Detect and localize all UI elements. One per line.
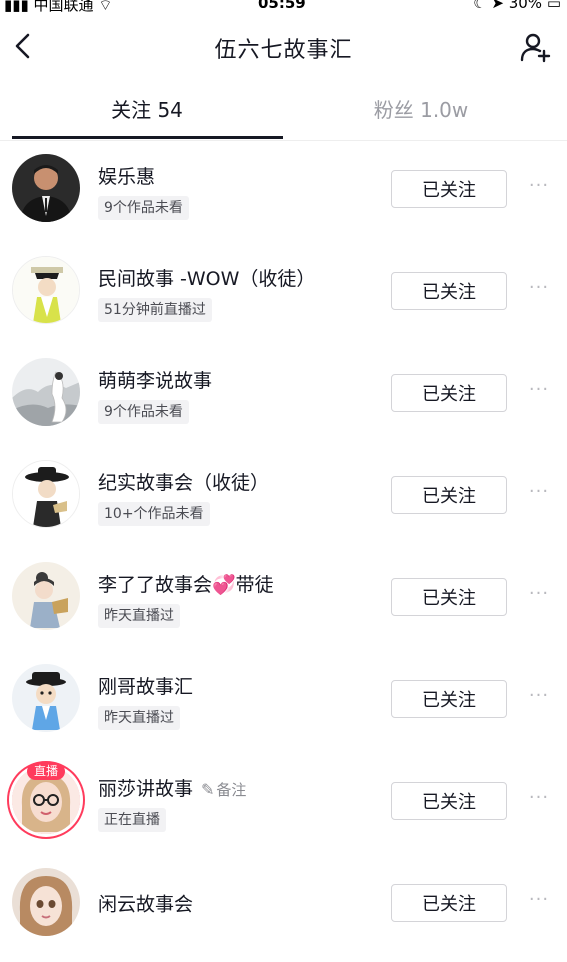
avatar[interactable]: [12, 562, 80, 630]
list-item[interactable]: 纪实故事会（收徒） 10+个作品未看 已关注 ···: [0, 444, 567, 546]
more-icon[interactable]: ···: [524, 890, 554, 914]
more-icon[interactable]: ···: [524, 584, 554, 608]
list-item[interactable]: 闲云故事会 已关注 ···: [0, 852, 567, 954]
add-user-icon: [520, 33, 551, 63]
carrier-label: 中国联通: [33, 0, 94, 14]
list-item[interactable]: 直播 丽莎讲故事 ✎ 备注 正在直播 已关注 ···: [0, 750, 567, 852]
activity-badge: 9个作品未看: [98, 196, 189, 220]
list-item[interactable]: 娱乐惠 9个作品未看 已关注 ···: [0, 138, 567, 240]
location-icon: ➤: [491, 0, 504, 12]
avatar[interactable]: [12, 154, 80, 222]
live-badge-label: 直播: [26, 763, 65, 780]
user-name[interactable]: 丽莎讲故事 ✎ 备注: [98, 774, 246, 801]
wifi-icon: ⌔: [98, 0, 113, 14]
following-button[interactable]: 已关注: [391, 272, 507, 310]
following-button[interactable]: 已关注: [391, 680, 507, 718]
carrier-signal: ▮▮▮ 中国联通 ⌔: [4, 0, 112, 15]
user-name-text: 丽莎讲故事: [98, 778, 194, 800]
following-button[interactable]: 已关注: [391, 884, 507, 922]
page-title: 伍六七故事汇: [214, 38, 353, 63]
signal-icon: ▮▮▮: [4, 0, 29, 14]
list-item[interactable]: 萌萌李说故事 9个作品未看 已关注 ···: [0, 342, 567, 444]
user-name[interactable]: 闲云故事会: [98, 890, 193, 917]
more-icon[interactable]: ···: [524, 788, 554, 812]
user-name[interactable]: 刚哥故事汇: [98, 672, 193, 699]
remark-label: 备注: [216, 781, 247, 799]
more-icon[interactable]: ···: [524, 176, 554, 200]
nav-bar: 伍六七故事汇: [0, 20, 567, 74]
more-icon[interactable]: ···: [524, 278, 554, 302]
more-icon[interactable]: ···: [524, 482, 554, 506]
avatar[interactable]: [12, 256, 80, 324]
activity-badge: 昨天直播过: [98, 604, 180, 628]
following-button[interactable]: 已关注: [391, 374, 507, 412]
list-item[interactable]: 李了了故事会💞带徒 昨天直播过 已关注 ···: [0, 546, 567, 648]
avatar[interactable]: [12, 358, 80, 426]
moon-icon: ☾: [473, 0, 487, 12]
avatar[interactable]: [12, 664, 80, 732]
list-item[interactable]: 民间故事 -WOW（收徒） 51分钟前直播过 已关注 ···: [0, 240, 567, 342]
battery-icon: ▭: [546, 0, 561, 12]
add-friend-button[interactable]: [519, 30, 553, 64]
battery-percent: 30%: [508, 0, 543, 12]
clock: 05:59: [258, 0, 306, 12]
user-name[interactable]: 娱乐惠: [98, 162, 155, 189]
following-button[interactable]: 已关注: [391, 578, 507, 616]
following-button[interactable]: 已关注: [391, 476, 507, 514]
remark-button[interactable]: ✎ 备注: [201, 780, 247, 799]
tab-following[interactable]: 关注 54: [12, 94, 282, 123]
activity-badge: 10+个作品未看: [98, 502, 210, 526]
activity-badge: 51分钟前直播过: [98, 298, 212, 322]
tab-fans[interactable]: 粉丝 1.0w: [286, 94, 556, 123]
user-name[interactable]: 纪实故事会（收徒）: [98, 468, 269, 495]
activity-badge: 9个作品未看: [98, 400, 189, 424]
more-icon[interactable]: ···: [524, 686, 554, 710]
activity-badge: 昨天直播过: [98, 706, 180, 730]
live-badge: 直播: [6, 760, 86, 780]
avatar[interactable]: [12, 460, 80, 528]
edit-pen-icon: ✎: [201, 780, 215, 799]
following-button[interactable]: 已关注: [391, 782, 507, 820]
tab-bar: 关注 54 粉丝 1.0w: [0, 84, 567, 141]
activity-badge: 正在直播: [98, 808, 166, 832]
user-name[interactable]: 民间故事 -WOW（收徒）: [98, 264, 315, 291]
following-list: 娱乐惠 9个作品未看 已关注 ··· 民间故事 -WOW（收徒） 51分钟前直播…: [0, 138, 567, 954]
user-name[interactable]: 李了了故事会💞带徒: [98, 570, 274, 597]
status-bar: ▮▮▮ 中国联通 ⌔ 05:59 ☾ ➤ 30% ▭: [0, 0, 567, 16]
following-button[interactable]: 已关注: [391, 170, 507, 208]
user-name[interactable]: 萌萌李说故事: [98, 366, 212, 393]
list-item[interactable]: 刚哥故事汇 昨天直播过 已关注 ···: [0, 648, 567, 750]
status-right: ☾ ➤ 30% ▭: [473, 0, 561, 12]
more-icon[interactable]: ···: [524, 380, 554, 404]
avatar[interactable]: [12, 868, 80, 936]
